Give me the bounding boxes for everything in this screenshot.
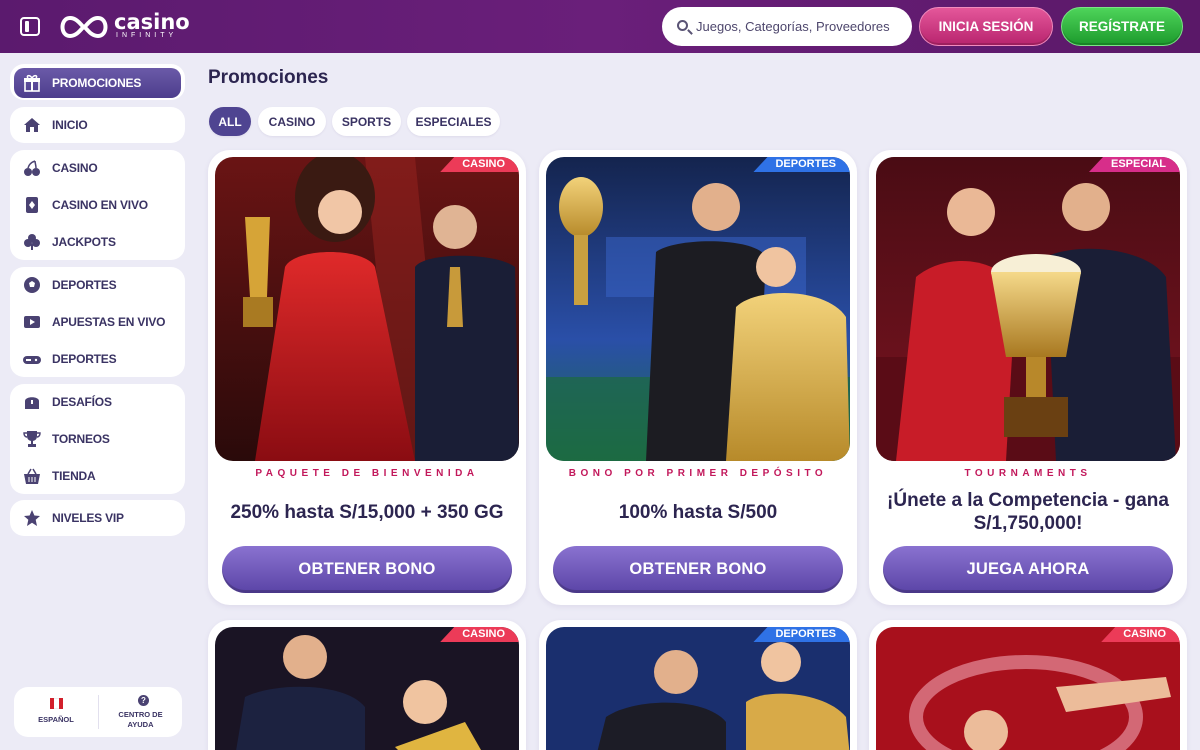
promo-image-sports-night[interactable]: DEPORTES [546, 627, 850, 750]
play-now-button[interactable]: JUEGA AHORA [883, 546, 1173, 593]
get-bonus-button[interactable]: OBTENER BONO [222, 546, 512, 593]
sidebar-group-extras: DESAFÍOS TORNEOS TIENDA [10, 384, 185, 494]
language-selector[interactable]: ESPAÑOL [14, 687, 98, 737]
clover-icon [24, 234, 40, 250]
sidebar-group-casino: CASINO CASINO EN VIVO JACKPOTS [10, 150, 185, 260]
promo-illustration [215, 627, 519, 750]
sidebar-item-label: PROMOCIONES [52, 76, 142, 90]
sidebar-item-niveles-vip[interactable]: NIVELES VIP [10, 500, 185, 536]
sidebar-item-label: NIVELES VIP [52, 511, 124, 525]
sidebar-item-inicio[interactable]: INICIO [10, 107, 185, 143]
promo-card[interactable]: CASINO [208, 620, 526, 750]
playing-card-icon [26, 197, 38, 213]
help-center-link[interactable]: ? CENTRO DE AYUDA [99, 687, 182, 737]
promo-illustration [546, 627, 850, 750]
sidebar-group-home: INICIO [10, 107, 185, 143]
cherry-icon [24, 160, 40, 176]
casino-logo[interactable]: casino INFINITY [56, 10, 206, 44]
category-tag: ESPECIAL [1088, 157, 1180, 172]
sidebar-group-promotions: PROMOCIONES [10, 64, 185, 100]
sidebar-item-casino-en-vivo[interactable]: CASINO EN VIVO [10, 187, 185, 223]
promo-image-casino-roses[interactable]: CASINO [876, 627, 1180, 750]
promo-subtitle: TOURNAMENTS [964, 468, 1092, 479]
promo-headline: ¡Únete a la Competencia - gana S/1,750,0… [887, 490, 1169, 534]
sidebar-item-torneos[interactable]: TORNEOS [10, 421, 185, 457]
sidebar-group-sports: DEPORTES APUESTAS EN VIVO DEPORTES VIRTU… [10, 267, 185, 402]
promo-illustration [546, 157, 850, 461]
filter-all[interactable]: ALL [209, 107, 251, 136]
gamepad-icon [23, 356, 41, 364]
sidebar-toggle-icon[interactable] [20, 17, 40, 36]
filter-casino[interactable]: CASINO [258, 107, 326, 136]
filter-especiales[interactable]: ESPECIALES [407, 107, 500, 136]
promo-image-casino-couple[interactable]: CASINO [215, 157, 519, 461]
category-tag: DEPORTES [753, 157, 850, 172]
logo-wordmark: casino [114, 10, 190, 34]
video-play-icon [24, 316, 40, 328]
help-icon: ? [138, 695, 149, 706]
get-bonus-button[interactable]: OBTENER BONO [553, 546, 843, 593]
top-header: casino INFINITY INICIA SESIÓN REGÍSTRATE [0, 0, 1200, 53]
sidebar-item-casino[interactable]: CASINO [10, 150, 185, 186]
promo-subtitle: BONO POR PRIMER DEPÓSITO [568, 468, 828, 479]
sidebar-item-label: TORNEOS [52, 432, 110, 446]
register-button[interactable]: REGÍSTRATE [1061, 7, 1183, 46]
sidebar-item-label: CASINO [52, 161, 98, 175]
home-icon [24, 118, 40, 132]
search-box[interactable] [662, 7, 912, 46]
gift-icon [24, 74, 40, 92]
search-input[interactable] [696, 7, 906, 46]
treasure-chest-icon [25, 397, 39, 409]
sidebar-item-label: INICIO [52, 118, 88, 132]
promo-card[interactable]: DEPORTES BONO POR PRIMER DEPÓSITO 100% h… [539, 150, 857, 605]
sidebar-item-tienda[interactable]: TIENDA [10, 458, 185, 494]
soccer-ball-icon [24, 277, 40, 293]
promo-subtitle: PAQUETE DE BIENVENIDA [255, 468, 479, 479]
logo-subtitle: INFINITY [116, 32, 178, 39]
sidebar-item-jackpots[interactable]: JACKPOTS [10, 224, 185, 260]
login-button[interactable]: INICIA SESIÓN [919, 7, 1053, 46]
promo-image-sports-couple[interactable]: DEPORTES [546, 157, 850, 461]
sidebar-item-label: TIENDA [52, 469, 96, 483]
sidebar-item-label: DEPORTES [52, 278, 117, 292]
promo-card[interactable]: CASINO [869, 620, 1187, 750]
sidebar-item-apuestas-en-vivo[interactable]: APUESTAS EN VIVO [10, 304, 185, 340]
promo-illustration [876, 627, 1180, 750]
help-label-line1: CENTRO DE [118, 710, 163, 719]
promo-headline: 100% hasta S/500 [618, 502, 778, 523]
promo-card[interactable]: CASINO PAQUETE DE BIENVENIDA 250% hasta … [208, 150, 526, 605]
footer-utility-box: ESPAÑOL ? CENTRO DE AYUDA [14, 687, 182, 737]
sidebar-group-vip: NIVELES VIP [10, 500, 185, 536]
promo-image-casino-money[interactable]: CASINO [215, 627, 519, 750]
sidebar-item-deportes-virtuales[interactable]: DEPORTES VIRTUALES [10, 341, 185, 402]
promo-illustration [876, 157, 1180, 461]
star-icon [24, 510, 40, 526]
search-icon [677, 20, 688, 31]
sidebar-item-label: APUESTAS EN VIVO [52, 315, 166, 329]
promo-headline: 250% hasta S/15,000 + 350 GG [230, 502, 504, 523]
sidebar-item-label: CASINO EN VIVO [52, 198, 148, 212]
filter-sports[interactable]: SPORTS [332, 107, 401, 136]
shopping-basket-icon [24, 468, 40, 484]
peru-flag-icon [50, 698, 63, 709]
sidebar-item-promociones[interactable]: PROMOCIONES [14, 68, 181, 98]
page-title: Promociones [208, 67, 329, 88]
help-label-line2: AYUDA [127, 720, 154, 729]
sidebar-item-label: JACKPOTS [52, 235, 116, 249]
infinity-logo-icon [60, 15, 108, 39]
sidebar-item-desafios[interactable]: DESAFÍOS [10, 384, 185, 420]
promo-card[interactable]: ESPECIAL TOURNAMENTS ¡Únete a la Compete… [869, 150, 1187, 605]
category-tag: DEPORTES [753, 627, 850, 642]
promo-card[interactable]: DEPORTES [539, 620, 857, 750]
promo-illustration [215, 157, 519, 461]
sidebar-item-deportes[interactable]: DEPORTES [10, 267, 185, 303]
trophy-icon [23, 431, 41, 447]
promo-image-tournament-couple[interactable]: ESPECIAL [876, 157, 1180, 461]
language-label: ESPAÑOL [38, 715, 74, 724]
sidebar-item-label: DESAFÍOS [52, 395, 112, 409]
